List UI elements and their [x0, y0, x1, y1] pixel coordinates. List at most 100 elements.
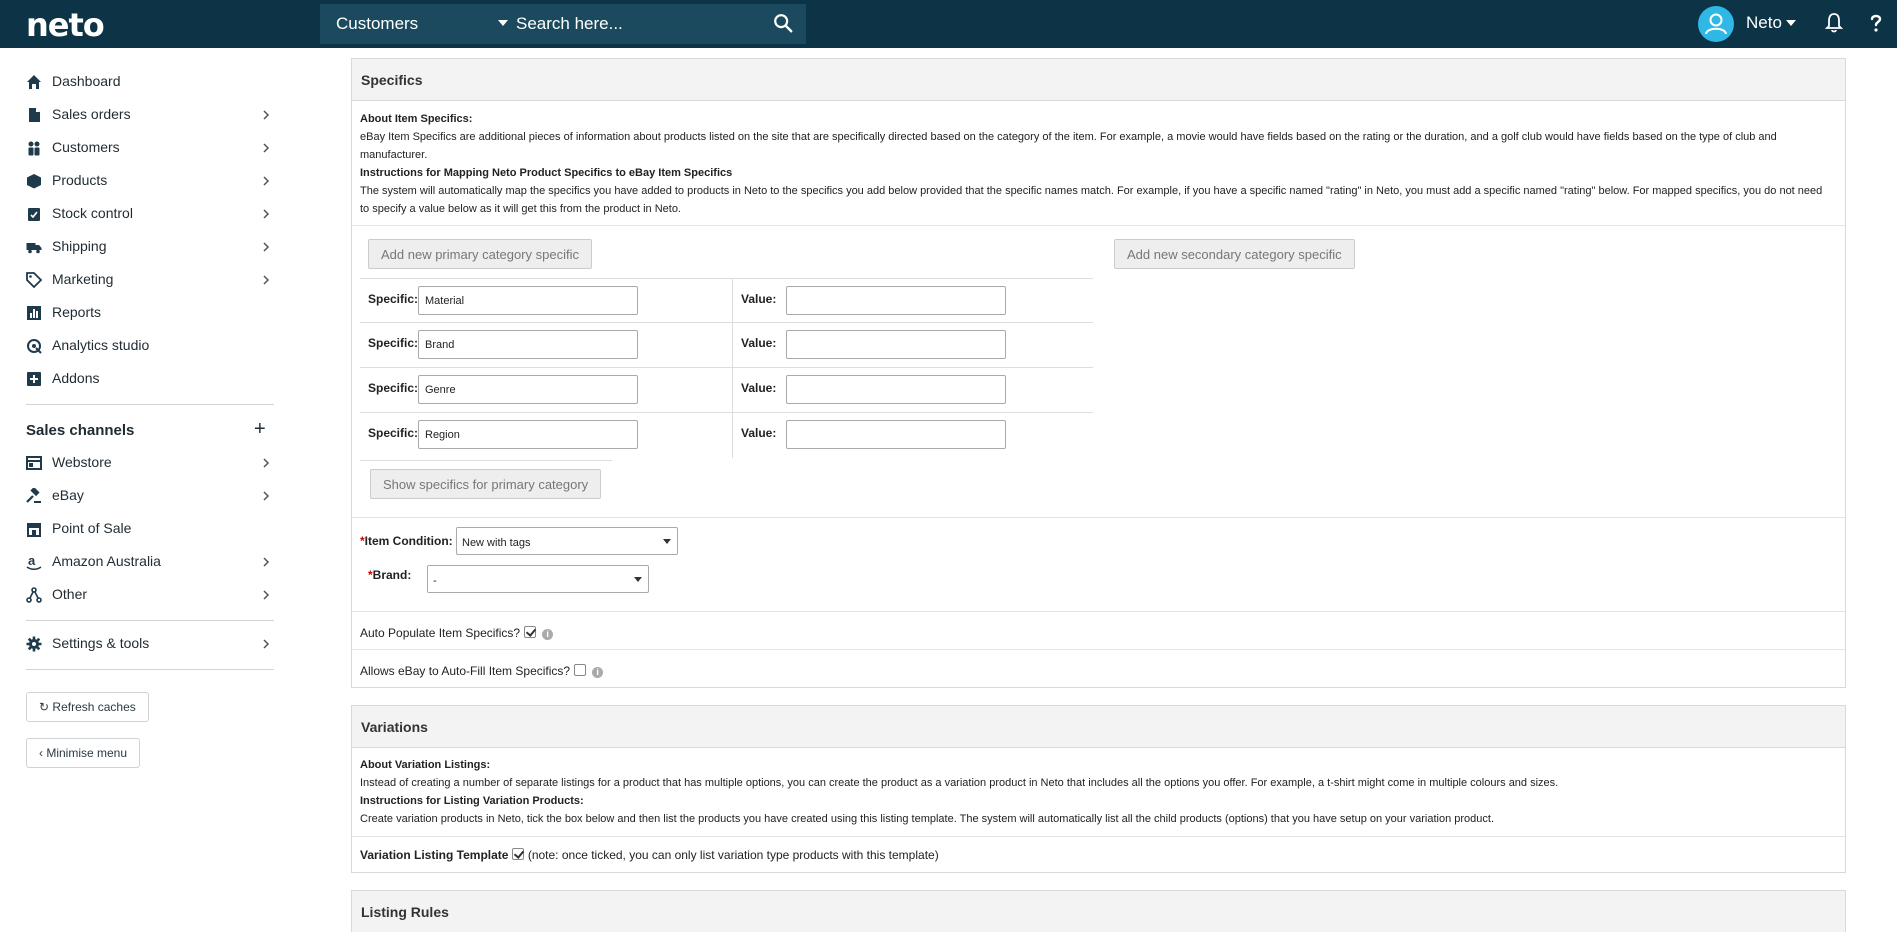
refresh-caches-label: Refresh caches: [52, 700, 136, 714]
specific-label: Specific:: [368, 381, 419, 395]
specific-row: Specific: Value:: [360, 278, 1093, 324]
specific-label: Specific:: [368, 336, 419, 350]
specific-label: Specific:: [368, 426, 419, 440]
sidebar-item-label: Marketing: [52, 271, 114, 287]
sidebar-item-analytics-studio[interactable]: Analytics studio: [26, 332, 276, 362]
search-input[interactable]: [516, 10, 756, 38]
minimise-menu-label: Minimise menu: [46, 746, 128, 760]
variation-template-checkbox[interactable]: [512, 848, 525, 860]
network-icon: [26, 587, 42, 603]
specifics-panel-header: Specifics: [352, 59, 1845, 101]
listing-rules-panel-header: Listing Rules: [352, 891, 1845, 932]
sidebar-item-webstore[interactable]: Webstore: [26, 449, 276, 479]
sidebar-item-stock-control[interactable]: Stock control: [26, 200, 276, 230]
item-condition-select[interactable]: New with tags: [456, 527, 678, 555]
specific-value-input[interactable]: [786, 330, 1006, 359]
item-condition-label: *Item Condition:: [360, 534, 453, 548]
instructions-variation-text: Create variation products in Neto, tick …: [360, 813, 1495, 825]
variation-template-row: Variation Listing Template (note: once t…: [360, 848, 939, 862]
chevron-right-icon: [263, 639, 270, 649]
listing-rules-title: Listing Rules: [361, 904, 449, 920]
about-item-specifics-heading: About Item Specifics:: [360, 113, 473, 125]
sidebar-item-addons[interactable]: Addons: [26, 365, 276, 395]
info-icon[interactable]: i: [542, 629, 554, 640]
search-bar: Customers: [320, 4, 806, 44]
divider: [352, 836, 1845, 837]
sidebar-divider: [26, 669, 274, 670]
divider: [360, 460, 612, 461]
help-icon[interactable]: [1866, 12, 1886, 34]
analytics-icon: [27, 339, 42, 354]
sidebar-divider: [26, 620, 274, 621]
sidebar-item-other[interactable]: Other: [26, 581, 276, 611]
sidebar-item-label: Amazon Australia: [52, 553, 161, 569]
add-secondary-specific-button[interactable]: Add new secondary category specific: [1114, 239, 1355, 269]
sidebar-item-label: Customers: [52, 139, 120, 155]
sidebar-item-dashboard[interactable]: Dashboard: [26, 68, 276, 98]
chevron-right-icon: [263, 590, 270, 600]
value-label: Value:: [741, 292, 777, 306]
sidebar-item-label: Dashboard: [52, 73, 121, 89]
specific-name-input[interactable]: [418, 286, 638, 315]
sidebar-item-shipping[interactable]: Shipping: [26, 233, 276, 263]
sidebar-item-label: Addons: [52, 370, 100, 386]
brand-label: *Brand:: [368, 568, 412, 582]
add-channel-plus-icon[interactable]: +: [254, 419, 266, 439]
user-icon: [1705, 13, 1727, 35]
sidebar-item-settings-tools[interactable]: Settings & tools: [26, 630, 276, 660]
sidebar-item-customers[interactable]: Customers: [26, 134, 276, 164]
user-menu[interactable]: Neto: [1746, 13, 1782, 33]
sidebar-item-label: Webstore: [52, 454, 112, 470]
search-icon[interactable]: [772, 12, 794, 34]
amazon-icon: a: [26, 554, 42, 570]
value-label: Value:: [741, 336, 777, 350]
chevron-down-icon[interactable]: [498, 20, 508, 26]
divider: [352, 611, 1845, 612]
sidebar-item-reports[interactable]: Reports: [26, 299, 276, 329]
auto-fill-checkbox[interactable]: [574, 664, 587, 676]
gavel-icon: [26, 488, 41, 503]
specific-name-input[interactable]: [418, 375, 638, 404]
specific-name-input[interactable]: [418, 330, 638, 359]
specific-row: Specific: Value:: [360, 368, 1093, 413]
specific-row: Specific: Value:: [360, 323, 1093, 368]
about-variation-heading: About Variation Listings:: [360, 759, 491, 771]
chevron-right-icon: [263, 242, 270, 252]
sidebar-item-marketing[interactable]: Marketing: [26, 266, 276, 296]
specific-value-input[interactable]: [786, 286, 1006, 315]
show-specifics-button[interactable]: Show specifics for primary category: [370, 469, 602, 499]
specific-value-input[interactable]: [786, 375, 1006, 404]
search-scope-select[interactable]: Customers: [336, 14, 418, 34]
store-icon: [27, 523, 41, 537]
variation-template-note: (note: once ticked, you can only list va…: [527, 848, 939, 862]
auto-populate-checkbox[interactable]: [524, 626, 537, 638]
listing-rules-panel: Listing Rules: [351, 890, 1846, 932]
auto-populate-label: Auto Populate Item Specifics?: [360, 626, 521, 640]
variations-panel-header: Variations: [352, 706, 1845, 748]
brand-select[interactable]: -: [427, 565, 649, 593]
chevron-down-icon: [663, 539, 671, 544]
brand-value: -: [433, 575, 437, 587]
info-icon[interactable]: i: [592, 667, 604, 678]
refresh-caches-button[interactable]: ↻ Refresh caches: [26, 692, 149, 722]
chevron-right-icon: [263, 209, 270, 219]
bell-icon[interactable]: [1824, 12, 1844, 34]
sidebar-item-sales-orders[interactable]: Sales orders: [26, 101, 276, 131]
chevron-down-icon[interactable]: [1786, 20, 1796, 26]
add-primary-specific-button[interactable]: Add new primary category specific: [368, 239, 592, 269]
column-divider: [732, 323, 733, 368]
avatar[interactable]: [1698, 6, 1734, 42]
sidebar-item-amazon-australia[interactable]: a Amazon Australia: [26, 548, 276, 578]
sidebar-item-point-of-sale[interactable]: Point of Sale: [26, 515, 276, 545]
neto-logo[interactable]: neto: [26, 6, 105, 44]
chevron-left-icon: ‹: [39, 746, 43, 760]
sidebar-item-products[interactable]: Products: [26, 167, 276, 197]
chevron-down-icon: [634, 577, 642, 582]
specific-name-input[interactable]: [418, 420, 638, 449]
specific-value-input[interactable]: [786, 420, 1006, 449]
sidebar-item-ebay[interactable]: eBay: [26, 482, 276, 512]
sidebar-item-label: Stock control: [52, 205, 133, 221]
minimise-menu-button[interactable]: ‹ Minimise menu: [26, 738, 141, 768]
chevron-right-icon: [263, 143, 270, 153]
variations-panel: Variations About Variation Listings: Ins…: [351, 705, 1846, 873]
